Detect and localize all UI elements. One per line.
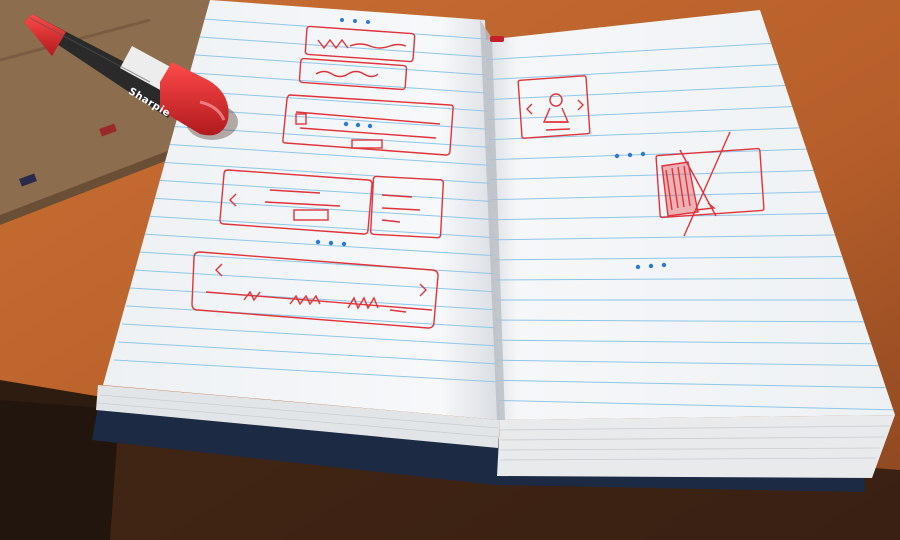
photo-scene — [0, 0, 900, 540]
page-stack-right — [497, 415, 895, 478]
bookmark-ribbon — [490, 36, 504, 42]
